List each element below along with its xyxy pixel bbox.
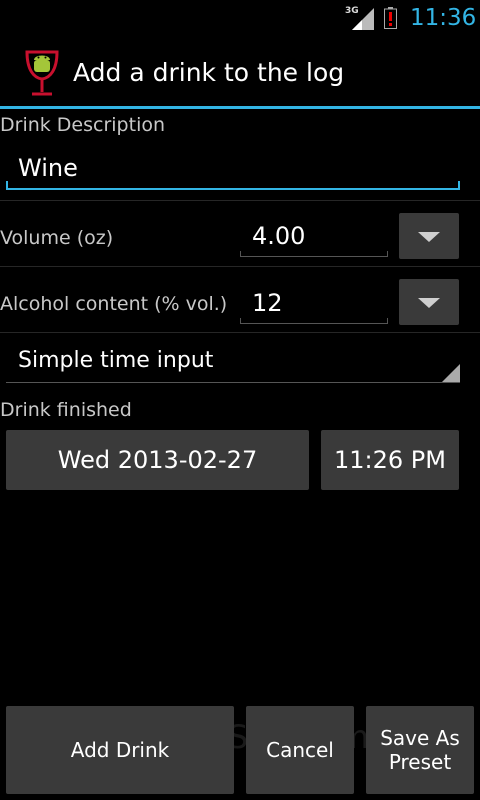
volume-label: Volume (oz) [0, 227, 114, 249]
action-bar: Add a drink to the log [0, 38, 480, 108]
alcohol-dropdown-button[interactable] [399, 279, 459, 325]
alcohol-content-value: 12 [252, 289, 283, 317]
signal-strength-icon [352, 8, 374, 30]
save-as-preset-label-line1: Save As [380, 726, 460, 750]
wine-glass-android-icon[interactable] [24, 50, 60, 98]
dropdown-arrow-icon [418, 298, 440, 308]
cancel-button[interactable]: Cancel [246, 706, 354, 794]
alcohol-content-input[interactable]: 12 [240, 283, 388, 327]
add-drink-button[interactable]: Add Drink [6, 706, 234, 794]
save-as-preset-button[interactable]: Save As Preset [366, 706, 474, 794]
action-bar-divider [0, 106, 480, 109]
drink-description-label: Drink Description [0, 114, 166, 136]
input-focus-underline [6, 188, 460, 190]
battery-low-icon [384, 7, 397, 29]
alcohol-content-label: Alcohol content (% vol.) [0, 293, 228, 315]
drink-description-value: Wine [18, 154, 78, 182]
spinner-corner-icon [442, 364, 460, 382]
date-picker-button[interactable]: Wed 2013-02-27 [6, 430, 309, 490]
clock: 11:36 [410, 5, 477, 31]
volume-input[interactable]: 4.00 [240, 216, 388, 260]
save-as-preset-label-line2: Preset [388, 750, 452, 774]
volume-value: 4.00 [252, 222, 306, 250]
status-bar: 3G 11:36 [0, 0, 480, 38]
dropdown-arrow-icon [418, 232, 440, 242]
time-input-mode-spinner[interactable]: Simple time input [6, 340, 460, 384]
volume-dropdown-button[interactable] [399, 213, 459, 259]
time-input-mode-value: Simple time input [18, 348, 214, 373]
drink-finished-label: Drink finished [0, 399, 132, 421]
divider [0, 200, 480, 201]
divider [0, 266, 480, 267]
drink-description-input[interactable]: Wine [6, 148, 460, 194]
divider [0, 332, 480, 333]
screen-title: Add a drink to the log [73, 58, 345, 87]
time-picker-button[interactable]: 11:26 PM [321, 430, 459, 490]
